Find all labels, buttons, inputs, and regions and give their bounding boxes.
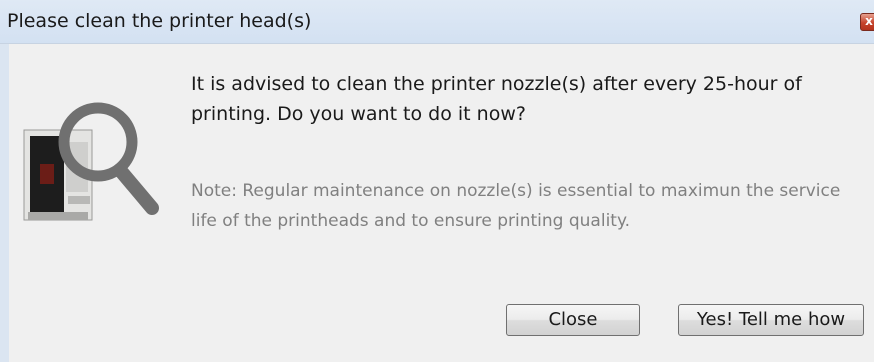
yes-tell-me-how-button[interactable]: Yes! Tell me how [678, 304, 864, 336]
clean-printer-dialog: Please clean the printer head(s) x It is… [0, 0, 874, 362]
dialog-title: Please clean the printer head(s) [7, 10, 312, 32]
advice-message: It is advised to clean the printer nozzl… [191, 73, 802, 125]
close-window-button[interactable]: x [860, 13, 874, 31]
close-icon: x [865, 14, 873, 28]
maintenance-note: Note: Regular maintenance on nozzle(s) i… [191, 181, 841, 231]
close-button[interactable]: Close [506, 304, 640, 336]
window-frame-edge [0, 44, 9, 362]
title-bar[interactable]: Please clean the printer head(s) x [0, 0, 874, 44]
printer-magnifier-icon [23, 102, 159, 221]
